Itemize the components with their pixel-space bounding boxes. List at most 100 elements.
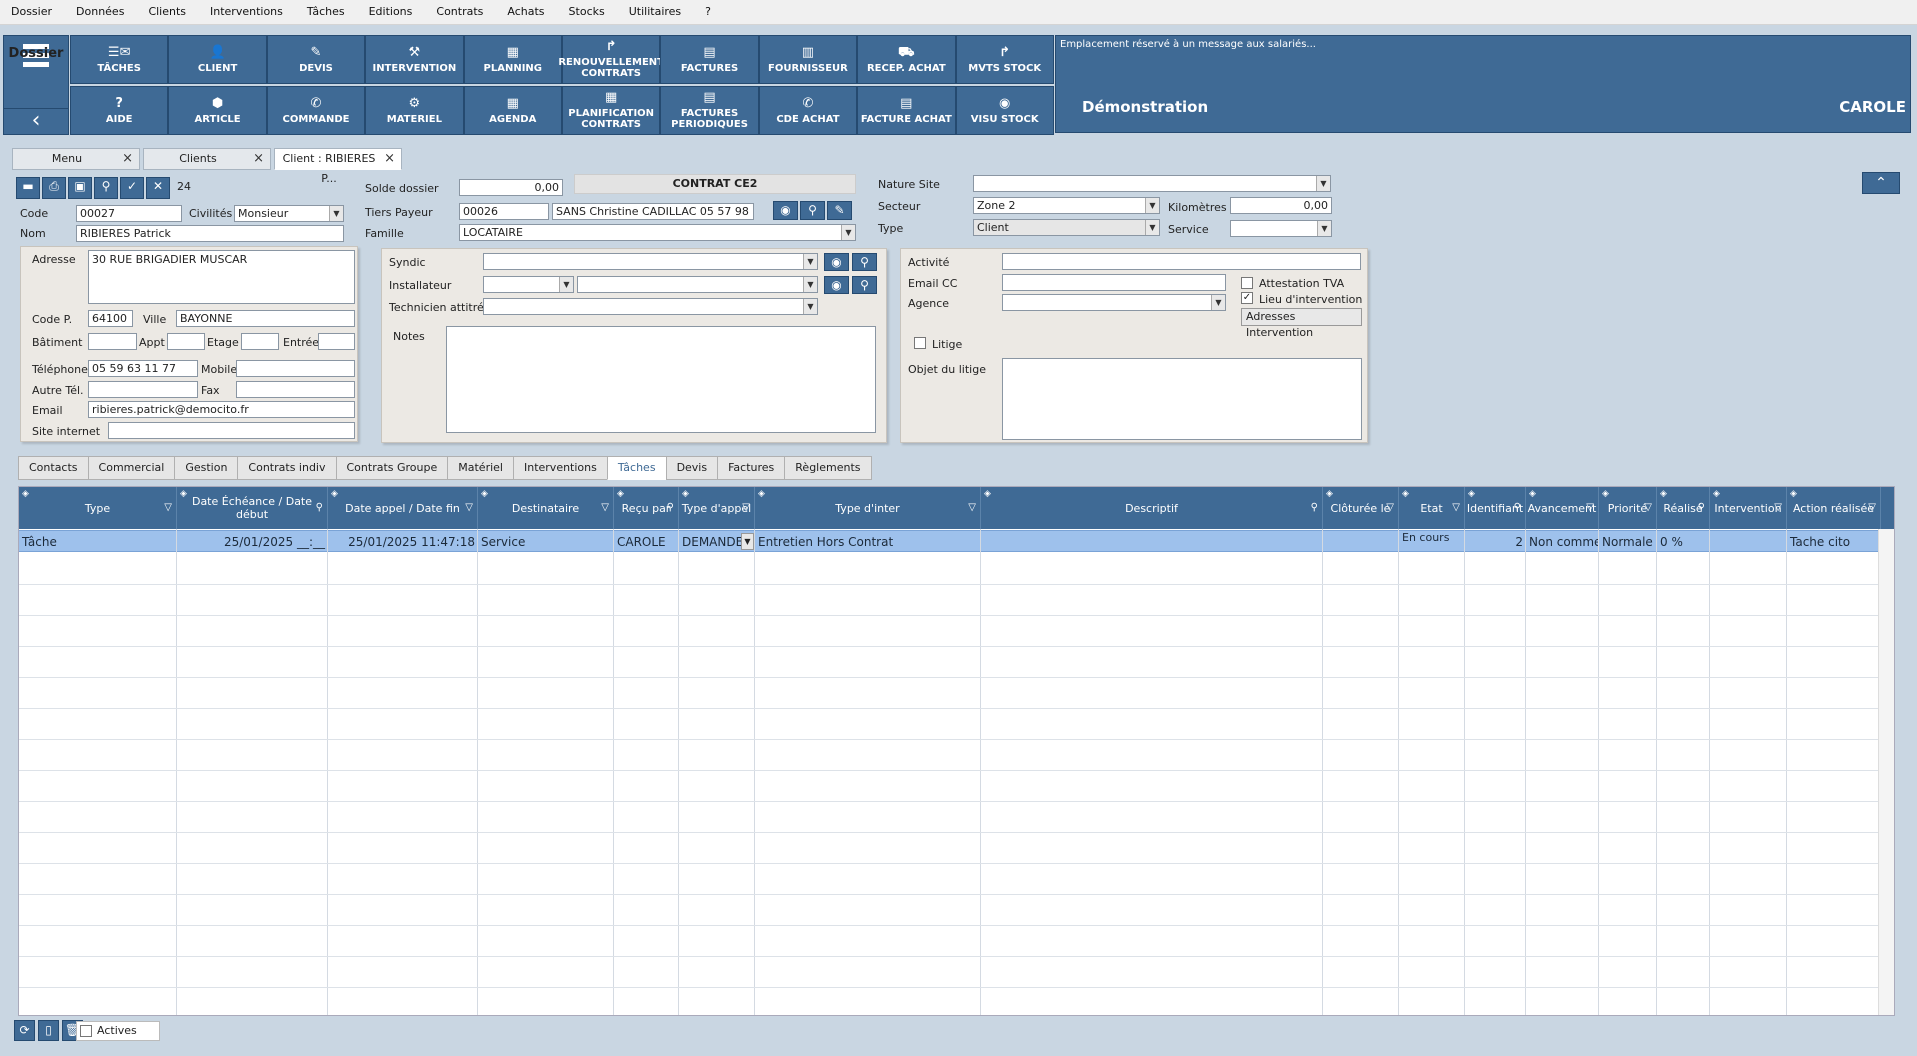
subtab-8[interactable]: Devis (665, 456, 718, 480)
filter-icon[interactable]: ▽ (1868, 501, 1876, 514)
objet-litige-field[interactable] (1002, 358, 1362, 440)
search-icon[interactable]: ⚲ (852, 276, 877, 294)
column-header-15[interactable]: ◈ Action réalisée ▽ (1787, 487, 1881, 529)
column-header-14[interactable]: ◈ Intervention ▽ (1710, 487, 1787, 529)
close-icon[interactable]: × (122, 149, 133, 169)
column-header-0[interactable]: ◈ Type ▽ (19, 487, 177, 529)
notes-field[interactable] (446, 326, 876, 433)
ribbon-button-intervention[interactable]: ⚒ INTERVENTION (365, 35, 464, 84)
pin-icon[interactable]: ◈ (481, 488, 488, 501)
menu-item-9[interactable]: Utilitaires (618, 0, 694, 24)
menu-item-1[interactable]: Données (65, 0, 137, 24)
pin-icon[interactable]: ◈ (1790, 488, 1797, 501)
pin-icon[interactable]: ⚲ (94, 177, 118, 199)
close-icon[interactable]: × (384, 149, 395, 169)
mobile-field[interactable] (236, 360, 355, 377)
ribbon-button-article[interactable]: ⬢ ARTICLE (168, 86, 267, 135)
filter-icon[interactable]: ▽ (1386, 501, 1394, 514)
pin-icon[interactable]: ◈ (682, 488, 689, 501)
chevron-down-icon[interactable]: ▼ (741, 533, 754, 550)
subtab-4[interactable]: Contrats Groupe (335, 456, 448, 480)
pin-icon[interactable]: ◈ (617, 488, 624, 501)
ribbon-button-planning[interactable]: ▦ PLANNING (463, 35, 562, 84)
pin-icon[interactable]: ◈ (180, 488, 187, 501)
column-header-3[interactable]: ◈ Destinataire ▽ (478, 487, 614, 529)
filter-icon[interactable]: ▽ (968, 501, 976, 514)
site-internet-field[interactable] (108, 422, 355, 439)
column-header-6[interactable]: ◈ Type d'inter ▽ (755, 487, 981, 529)
email-field[interactable]: ribieres.patrick@democito.fr (88, 401, 355, 418)
code-field[interactable]: 00027 (76, 205, 182, 222)
column-header-11[interactable]: ◈ Avancement ▽ (1526, 487, 1599, 529)
table-row[interactable]: Tâche 25/01/2025 __:__ 25/01/2025 11:47:18… (19, 530, 1879, 552)
fax-field[interactable] (236, 381, 355, 398)
ribbon-button-renouvellement-contrats[interactable]: ↱ RENOUVELLEMENT CONTRATS (558, 35, 664, 84)
ribbon-button-client[interactable]: 👤 CLIENT (168, 35, 267, 84)
filter-icon[interactable]: ▽ (601, 501, 609, 514)
pin-icon[interactable]: ◈ (1713, 488, 1720, 501)
telephone-field[interactable]: 05 59 63 11 77 (88, 360, 198, 377)
lieu-intervention-checkbox[interactable]: ✓ (1241, 292, 1253, 304)
subtab-6[interactable]: Interventions (512, 456, 607, 480)
subtab-1[interactable]: Commercial (87, 456, 175, 480)
subtab-10[interactable]: Règlements (784, 456, 872, 480)
secteur-select[interactable]: Zone 2 ▼ (973, 197, 1160, 214)
close-icon[interactable]: × (253, 149, 264, 169)
pin-icon[interactable]: ◈ (1468, 488, 1475, 501)
subtab-0[interactable]: Contacts (18, 456, 88, 480)
menu-item-7[interactable]: Achats (496, 0, 557, 24)
email-cc-field[interactable] (1002, 274, 1226, 291)
save-icon[interactable]: ▣ (68, 177, 92, 199)
column-header-9[interactable]: ◈ Etat ▽ (1399, 487, 1465, 529)
pin-icon[interactable]: ◈ (1660, 488, 1667, 501)
tiers-name-field[interactable]: SANS Christine CADILLAC 05 57 98 65 45 (552, 203, 754, 220)
search-icon[interactable]: ⚲ (1698, 501, 1705, 514)
pin-icon[interactable]: ◈ (1402, 488, 1409, 501)
column-header-12[interactable]: ◈ Priorité ▽ (1599, 487, 1657, 529)
syndic-select[interactable]: ▼ (483, 253, 818, 270)
filter-icon[interactable]: ▽ (164, 501, 172, 514)
menu-item-4[interactable]: Tâches (296, 0, 358, 24)
filter-icon[interactable]: ▽ (1586, 501, 1594, 514)
menu-item-2[interactable]: Clients (137, 0, 199, 24)
ribbon-button-factures[interactable]: ▤ FACTURES (660, 35, 759, 84)
subtab-9[interactable]: Factures (717, 456, 785, 480)
famille-select[interactable]: LOCATAIRE ▼ (459, 224, 856, 241)
menu-item-8[interactable]: Stocks (558, 0, 618, 24)
menu-item-6[interactable]: Contrats (425, 0, 496, 24)
filter-icon[interactable]: ▽ (465, 501, 473, 514)
ribbon-button-materiel[interactable]: ⚙ MATERIEL (365, 86, 464, 135)
autre-tel-field[interactable] (88, 381, 198, 398)
column-header-1[interactable]: ◈ Date Échéance / Date début ⚲ (177, 487, 328, 529)
pin-icon[interactable]: ◈ (1602, 488, 1609, 501)
adresses-intervention-button[interactable]: Adresses Intervention (1241, 308, 1362, 339)
tiers-code-field[interactable]: 00026 (459, 203, 549, 220)
column-header-8[interactable]: ◈ Clôturée le ▽ (1323, 487, 1399, 529)
subtab-7[interactable]: Tâches (606, 456, 666, 480)
menu-item-10[interactable]: ? (694, 0, 724, 24)
column-header-5[interactable]: ◈ Type d'appel ▽ (679, 487, 755, 529)
column-header-2[interactable]: ◈ Date appel / Date fin ▽ (328, 487, 478, 529)
ribbon-button-aide[interactable]: ? AIDE (70, 86, 169, 135)
subtab-5[interactable]: Matériel (447, 456, 513, 480)
filter-icon[interactable]: ▽ (1774, 501, 1782, 514)
actives-filter[interactable]: Actives (76, 1021, 160, 1041)
ribbon-button-visu-stock[interactable]: ◉ VISU STOCK (955, 86, 1054, 135)
ribbon-button-fournisseur[interactable]: ▥ FOURNISSEUR (758, 35, 858, 84)
civilite-select[interactable]: Monsieur ▼ (234, 205, 344, 222)
ribbon-button-tâches[interactable]: ☰✉ TÂCHES (70, 35, 169, 84)
service-select[interactable]: ▼ (1230, 220, 1332, 237)
page-icon[interactable]: ▯ (38, 1020, 59, 1041)
subtab-2[interactable]: Gestion (174, 456, 238, 480)
eye-icon[interactable]: ◉ (773, 201, 798, 220)
collapse-up-icon[interactable]: ⌃ (1862, 172, 1900, 194)
dossier-button[interactable]: Dossier ‹ (3, 35, 69, 135)
back-arrow-icon[interactable]: ‹ (4, 108, 68, 134)
filter-icon[interactable]: ▽ (1644, 501, 1652, 514)
column-header-10[interactable]: ◈ Identifiant ⚲ (1465, 487, 1526, 529)
ribbon-button-facture-achat[interactable]: ▤ FACTURE ACHAT (857, 86, 956, 135)
validate-icon[interactable]: ✓ (120, 177, 144, 199)
appt-field[interactable] (167, 333, 205, 350)
installateur-select[interactable]: ▼ (577, 276, 818, 293)
attestation-tva-checkbox[interactable] (1241, 277, 1253, 289)
